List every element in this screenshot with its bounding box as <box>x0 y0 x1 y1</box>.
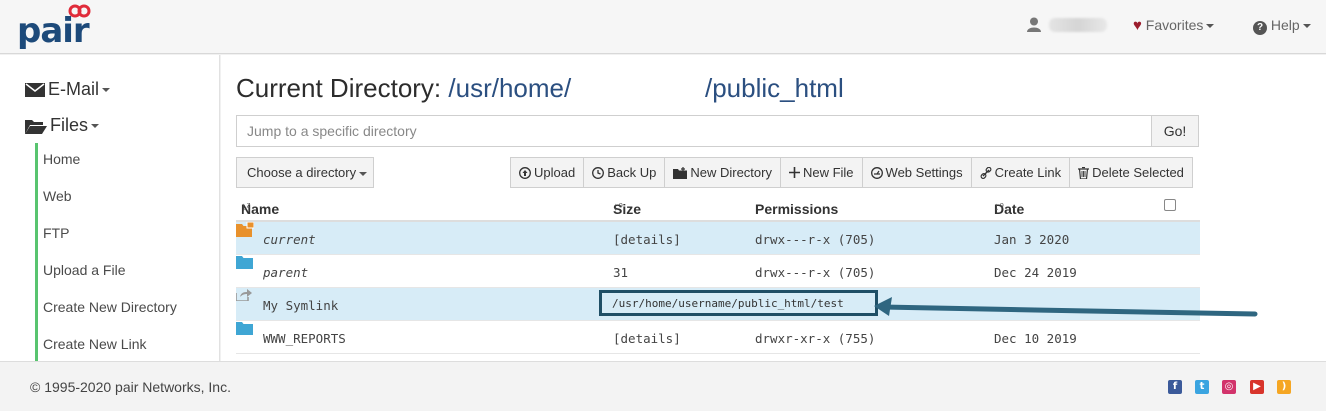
symlink-target-highlight: /usr/home/username/public_html/test <box>599 290 878 316</box>
caret-down-icon <box>1206 24 1215 29</box>
sidebar-files-label: Files <box>50 115 89 135</box>
sort-icon: ↓ᶻ <box>241 201 251 213</box>
sidebar-files-submenu: Home Web FTP Upload a File Create New Di… <box>35 143 220 365</box>
jump-directory-input[interactable]: Jump to a specific directory <box>236 115 1152 147</box>
sidebar-item-web[interactable]: Web <box>38 180 220 217</box>
new-directory-button[interactable]: New Directory <box>664 157 781 188</box>
twitter-icon[interactable]: t <box>1195 380 1209 394</box>
footer: © 1995-2020 pair Networks, Inc. f t ◎ ▶ … <box>0 361 1326 411</box>
row-size: 31 <box>613 265 629 280</box>
row-name[interactable]: current <box>263 232 316 247</box>
favorites-label: Favorites <box>1145 17 1204 33</box>
top-bar: pair ♥ Favorites ? Help <box>0 0 1326 54</box>
link-icon <box>980 166 992 179</box>
path-prefix: /usr/home/ <box>448 73 572 103</box>
row-name[interactable]: parent <box>263 265 308 280</box>
sidebar-item-create-directory[interactable]: Create New Directory <box>38 291 220 328</box>
go-button[interactable]: Go! <box>1151 115 1199 147</box>
row-size[interactable]: [details] <box>613 232 681 247</box>
backup-label: Back Up <box>607 165 657 180</box>
page-title: Current Directory: /usr/home/ /public_ht… <box>236 73 844 104</box>
web-settings-button[interactable]: Web Settings <box>861 157 972 188</box>
folder-lock-icon <box>236 221 255 237</box>
choose-directory-dropdown[interactable]: Choose a directory <box>236 157 374 188</box>
symlink-target-path: /usr/home/username/public_html/test <box>612 297 844 310</box>
caret-down-icon <box>91 123 100 128</box>
folder-open-icon <box>25 119 47 134</box>
row-name[interactable]: WWW_REPORTS <box>263 331 346 346</box>
user-menu[interactable] <box>1027 17 1107 32</box>
caret-down-icon <box>359 171 368 176</box>
file-table-header: Name ↓ᶻ Size ↓⁹ Permissions Date ↓⁹ <box>236 195 1200 222</box>
web-settings-label: Web Settings <box>885 165 963 180</box>
username-redacted <box>1049 17 1107 32</box>
new-file-button[interactable]: New File <box>779 157 863 188</box>
table-row[interactable]: current [details] drwx---r-x (705) Jan 3… <box>236 221 1200 255</box>
delete-selected-button[interactable]: Delete Selected <box>1069 157 1193 188</box>
gauge-icon <box>870 166 883 179</box>
sidebar-item-ftp[interactable]: FTP <box>38 217 220 254</box>
heart-icon: ♥ <box>1133 17 1142 34</box>
upload-button[interactable]: Upload <box>510 157 585 188</box>
question-circle-icon: ? <box>1253 21 1267 35</box>
sort-icon: ↓⁹ <box>994 201 1005 213</box>
row-permissions[interactable]: drwx---r-x (705) <box>755 265 875 280</box>
row-date: Dec 10 2019 <box>994 331 1077 346</box>
pair-logo[interactable]: pair <box>17 3 97 51</box>
row-date: Jan 3 2020 <box>994 232 1070 247</box>
path-suffix: /public_html <box>705 73 844 103</box>
rss-icon[interactable]: ) <box>1277 380 1291 394</box>
help-label: Help <box>1270 17 1300 33</box>
file-toolbar: Upload Back Up New Directory New File We… <box>510 157 1193 188</box>
create-link-button[interactable]: Create Link <box>970 157 1071 188</box>
favorites-menu[interactable]: ♥ Favorites <box>1133 17 1215 34</box>
row-size[interactable]: [details] <box>613 331 681 346</box>
folder-icon <box>236 256 253 269</box>
youtube-icon[interactable]: ▶ <box>1250 380 1264 394</box>
column-permissions-label: Permissions <box>755 201 839 217</box>
sidebar-item-upload-file[interactable]: Upload a File <box>38 254 220 291</box>
row-permissions[interactable]: drwx---r-x (705) <box>755 232 875 247</box>
sidebar-item-create-link[interactable]: Create New Link <box>38 328 220 365</box>
new-file-label: New File <box>802 165 854 180</box>
backup-clock-icon <box>592 166 605 179</box>
delete-selected-label: Delete Selected <box>1092 165 1184 180</box>
select-all-checkbox[interactable] <box>1164 199 1176 211</box>
sidebar-email-label: E-Mail <box>48 79 100 99</box>
row-name[interactable]: My Symlink <box>263 298 338 313</box>
upload-label: Upload <box>534 165 576 180</box>
annotation-arrow <box>874 297 1258 317</box>
row-permissions[interactable]: drwxr-xr-x (755) <box>755 331 875 346</box>
table-row[interactable]: parent 31 drwx---r-x (705) Dec 24 2019 <box>236 255 1200 288</box>
help-menu[interactable]: ? Help <box>1253 17 1311 35</box>
table-row[interactable]: WWW_REPORTS [details] drwxr-xr-x (755) D… <box>236 321 1200 354</box>
envelope-icon <box>25 82 45 97</box>
create-link-label: Create Link <box>994 165 1062 180</box>
sidebar-item-home[interactable]: Home <box>38 143 220 180</box>
user-icon <box>1027 17 1041 32</box>
plus-icon <box>788 167 800 178</box>
caret-down-icon <box>102 87 111 92</box>
instagram-icon[interactable]: ◎ <box>1222 380 1236 394</box>
row-date: Dec 24 2019 <box>994 265 1077 280</box>
choose-directory-label: Choose a directory <box>247 165 357 180</box>
trash-icon <box>1078 166 1090 179</box>
backup-button[interactable]: Back Up <box>583 157 666 188</box>
folder-plus-icon <box>673 166 688 179</box>
copyright-text: © 1995-2020 pair Networks, Inc. <box>30 379 231 395</box>
new-directory-label: New Directory <box>690 165 772 180</box>
upload-circle-icon <box>519 166 531 179</box>
title-label: Current Directory: <box>236 73 442 103</box>
share-arrow-icon <box>235 289 252 302</box>
logo-text: pair <box>17 11 90 51</box>
sidebar: E-Mail Files Home Web FTP Upload a File … <box>0 55 220 365</box>
facebook-icon[interactable]: f <box>1168 380 1182 394</box>
folder-icon <box>236 322 253 335</box>
sort-icon: ↓⁹ <box>613 201 624 213</box>
sidebar-files[interactable]: Files <box>25 115 100 136</box>
sidebar-email[interactable]: E-Mail <box>25 79 111 100</box>
caret-down-icon <box>1302 24 1311 29</box>
